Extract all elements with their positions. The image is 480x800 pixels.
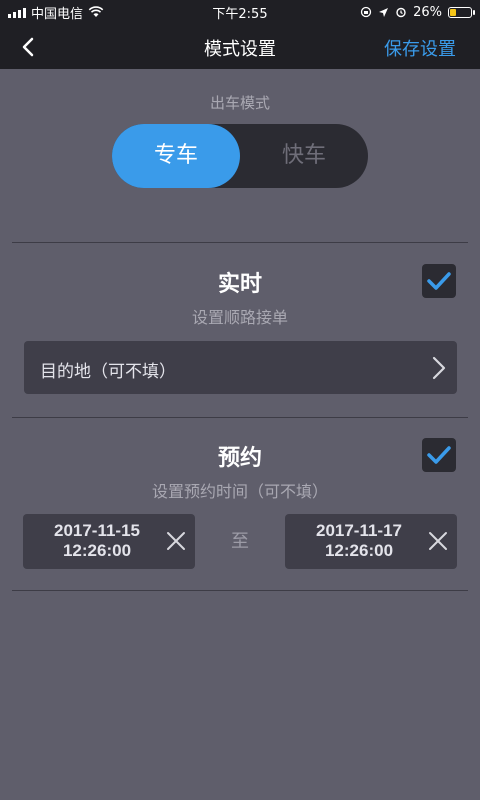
reservation-checkbox[interactable] xyxy=(422,438,456,472)
status-right: 26% xyxy=(360,0,475,24)
divider xyxy=(12,590,468,591)
end-time-field[interactable]: 2017-11-17 12:26:00 xyxy=(285,514,457,569)
divider xyxy=(12,242,468,243)
start-clock: 12:26:00 xyxy=(62,541,132,560)
start-time-field[interactable]: 2017-11-15 12:26:00 xyxy=(23,514,195,569)
realtime-checkbox[interactable] xyxy=(422,264,456,298)
clear-start-time-button[interactable] xyxy=(163,528,189,554)
realtime-title: 实时 xyxy=(217,272,262,297)
mode-option-premium[interactable]: 专车 xyxy=(112,124,240,188)
close-icon xyxy=(167,532,185,550)
to-label: 至 xyxy=(231,531,249,552)
realtime-subtitle: 设置顺路接单 xyxy=(191,308,288,327)
divider xyxy=(12,417,468,418)
status-bar: 中国电信 下午2:55 26% xyxy=(0,0,480,24)
checkmark-icon xyxy=(427,272,451,290)
mode-toggle: 专车 快车 xyxy=(112,124,368,188)
end-clock: 12:26:00 xyxy=(324,541,394,560)
start-date: 2017-11-15 xyxy=(53,521,141,540)
end-time-value: 2017-11-17 12:26:00 xyxy=(299,521,419,561)
nav-bar: 模式设置 保存设置 xyxy=(0,24,480,69)
battery-icon xyxy=(448,6,475,18)
alarm-icon xyxy=(396,7,406,18)
reservation-subtitle: 设置预约时间（可不填） xyxy=(151,482,328,501)
start-time-value: 2017-11-15 12:26:00 xyxy=(37,521,157,561)
destination-field[interactable]: 目的地（可不填） xyxy=(24,341,457,394)
mode-option-express[interactable]: 快车 xyxy=(240,124,368,188)
clear-end-time-button[interactable] xyxy=(425,528,451,554)
checkmark-icon xyxy=(427,446,451,464)
destination-placeholder: 目的地（可不填） xyxy=(40,362,176,382)
mode-label: 出车模式 xyxy=(209,94,270,112)
rotation-lock-icon xyxy=(360,6,372,18)
close-icon xyxy=(429,532,447,550)
save-settings-button[interactable]: 保存设置 xyxy=(384,35,456,61)
battery-percent: 26% xyxy=(413,4,442,20)
location-arrow-icon xyxy=(379,7,389,17)
reservation-title: 预约 xyxy=(217,446,262,471)
end-date: 2017-11-17 xyxy=(315,521,403,540)
chevron-right-icon xyxy=(432,356,446,380)
